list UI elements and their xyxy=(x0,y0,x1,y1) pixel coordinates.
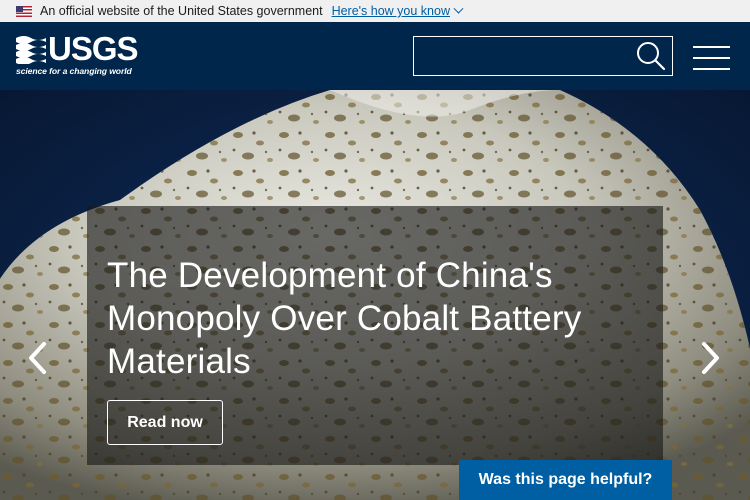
gov-banner: An official website of the United States… xyxy=(0,0,750,22)
usgs-logo[interactable]: USGS science for a changing world xyxy=(16,30,139,76)
heres-how-you-know-link[interactable]: Here's how you know xyxy=(331,3,464,18)
read-now-button[interactable]: Read now xyxy=(107,400,223,445)
chevron-left-icon xyxy=(29,342,46,374)
slide-title: The Development of China's Monopoly Over… xyxy=(107,256,582,381)
carousel-prev-button[interactable] xyxy=(26,340,50,376)
logo-tagline: science for a changing world xyxy=(16,66,132,76)
us-flag-icon xyxy=(16,5,32,17)
site-header: USGS science for a changing world xyxy=(0,22,750,90)
search-input[interactable] xyxy=(414,37,629,75)
heres-how-you-know-label: Here's how you know xyxy=(331,4,450,18)
logo-wordmark: USGS xyxy=(48,30,139,67)
chevron-right-icon xyxy=(702,342,719,374)
search-button[interactable] xyxy=(634,40,668,72)
gov-banner-text: An official website of the United States… xyxy=(40,4,323,18)
chevron-down-icon xyxy=(453,3,464,14)
hero-carousel: The Development of China's Monopoly Over… xyxy=(0,90,750,500)
carousel-next-button[interactable] xyxy=(698,340,722,376)
page-feedback-button[interactable]: Was this page helpful? xyxy=(459,460,672,500)
search-box xyxy=(413,36,673,76)
hamburger-menu-icon[interactable] xyxy=(693,46,730,70)
usgs-logo-icon xyxy=(16,34,46,64)
slide-card: The Development of China's Monopoly Over… xyxy=(87,206,663,465)
search-icon xyxy=(637,42,666,71)
